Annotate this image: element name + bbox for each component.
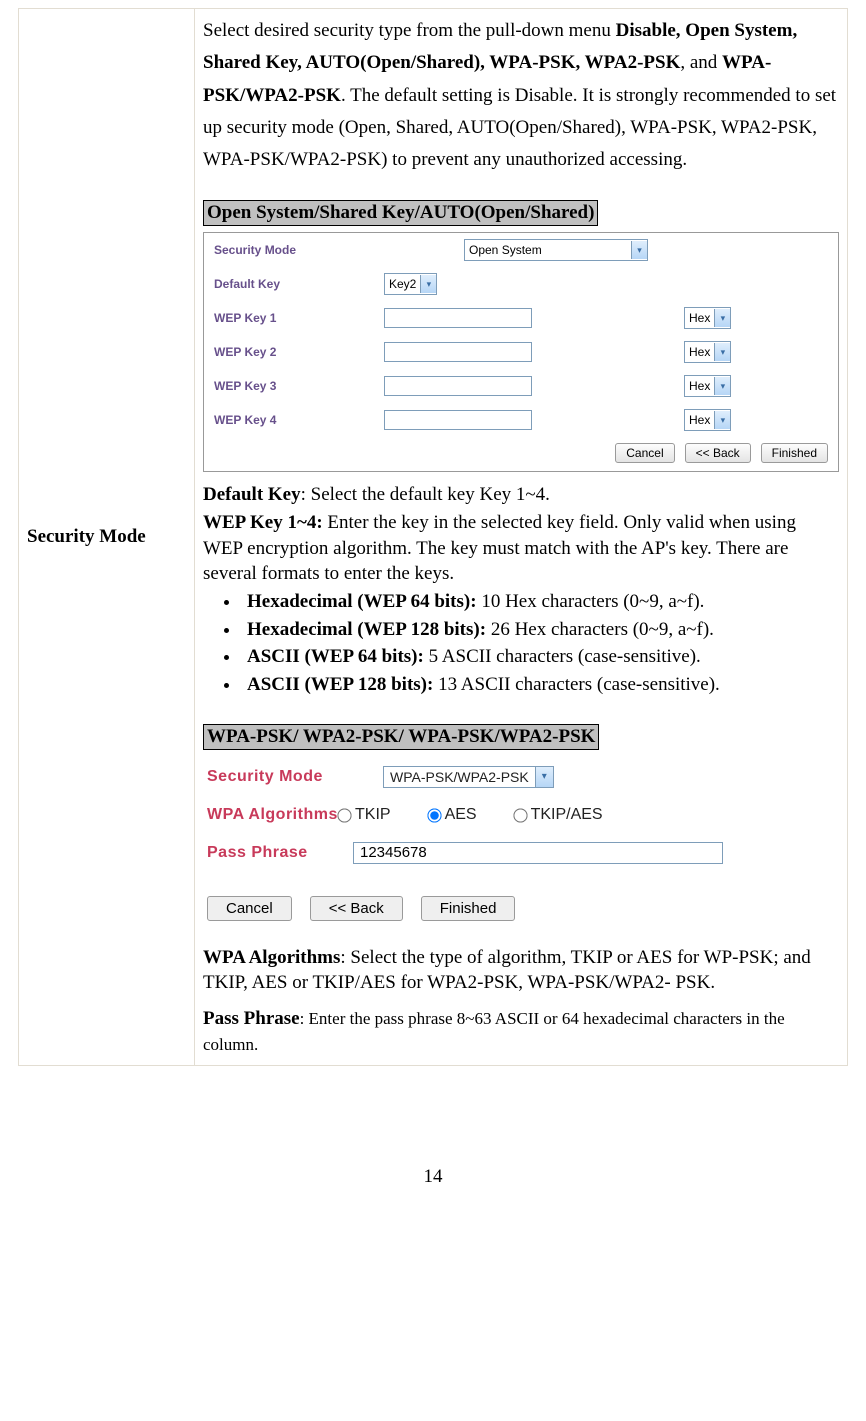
pass-phrase-input[interactable] (353, 842, 723, 864)
security-mode-table: Security Mode Select desired security ty… (18, 8, 848, 1066)
label-wep2: WEP Key 2 (214, 345, 384, 359)
chevron-down-icon: ▾ (631, 241, 647, 259)
section1-header: Open System/Shared Key/AUTO(Open/Shared) (203, 200, 598, 226)
wep-key-4-input[interactable] (384, 410, 532, 430)
section2-header: WPA-PSK/ WPA2-PSK/ WPA-PSK/WPA2-PSK (203, 724, 599, 750)
label-default-key: Default Key (214, 277, 384, 291)
chevron-down-icon: ▾ (420, 275, 436, 293)
wep-description: Default Key: Select the default key Key … (203, 482, 839, 697)
wep-key-3-input[interactable] (384, 376, 532, 396)
security-mode-select[interactable]: Open System ▾ (464, 239, 648, 261)
wep-key-4-type-select[interactable]: Hex ▾ (684, 409, 731, 431)
back-button[interactable]: << Back (685, 443, 751, 463)
radio-tkip[interactable]: TKIP (333, 806, 391, 824)
radio-aes[interactable]: AES (423, 806, 477, 824)
wep-key-1-type-select[interactable]: Hex ▾ (684, 307, 731, 329)
wep-panel: Security Mode Open System ▾ Default Key … (203, 232, 839, 472)
wpa-description: WPA Algorithms: Select the type of algor… (203, 945, 839, 1058)
default-key-select[interactable]: Key2 ▾ (384, 273, 437, 295)
chevron-down-icon: ▾ (714, 377, 730, 395)
wep-key-3-type-select[interactable]: Hex ▾ (684, 375, 731, 397)
page-number: 14 (0, 1166, 866, 1208)
wpa-panel: Security Mode WPA-PSK/WPA2-PSK ▾ WPA Alg… (203, 758, 839, 931)
chevron-down-icon: ▾ (714, 343, 730, 361)
intro-text: Select desired security type from the pu… (203, 15, 839, 176)
radio-tkipaes[interactable]: TKIP/AES (509, 806, 603, 824)
wpa-security-mode-select[interactable]: WPA-PSK/WPA2-PSK ▾ (383, 766, 554, 788)
cancel-button[interactable]: Cancel (615, 443, 674, 463)
label-wep1: WEP Key 1 (214, 311, 384, 325)
chevron-down-icon: ▾ (535, 767, 553, 787)
label-security-mode-2: Security Mode (203, 768, 383, 786)
label-security-mode: Security Mode (214, 243, 384, 257)
content-cell: Select desired security type from the pu… (195, 9, 848, 1066)
chevron-down-icon: ▾ (714, 411, 730, 429)
wep-key-1-input[interactable] (384, 308, 532, 328)
cancel-button-2[interactable]: Cancel (207, 896, 292, 921)
chevron-down-icon: ▾ (714, 309, 730, 327)
wep-key-2-input[interactable] (384, 342, 532, 362)
label-wep4: WEP Key 4 (214, 413, 384, 427)
back-button-2[interactable]: << Back (310, 896, 403, 921)
label-wep3: WEP Key 3 (214, 379, 384, 393)
finished-button-2[interactable]: Finished (421, 896, 516, 921)
wep-key-2-type-select[interactable]: Hex ▾ (684, 341, 731, 363)
finished-button[interactable]: Finished (761, 443, 828, 463)
row-label: Security Mode (19, 9, 195, 1066)
